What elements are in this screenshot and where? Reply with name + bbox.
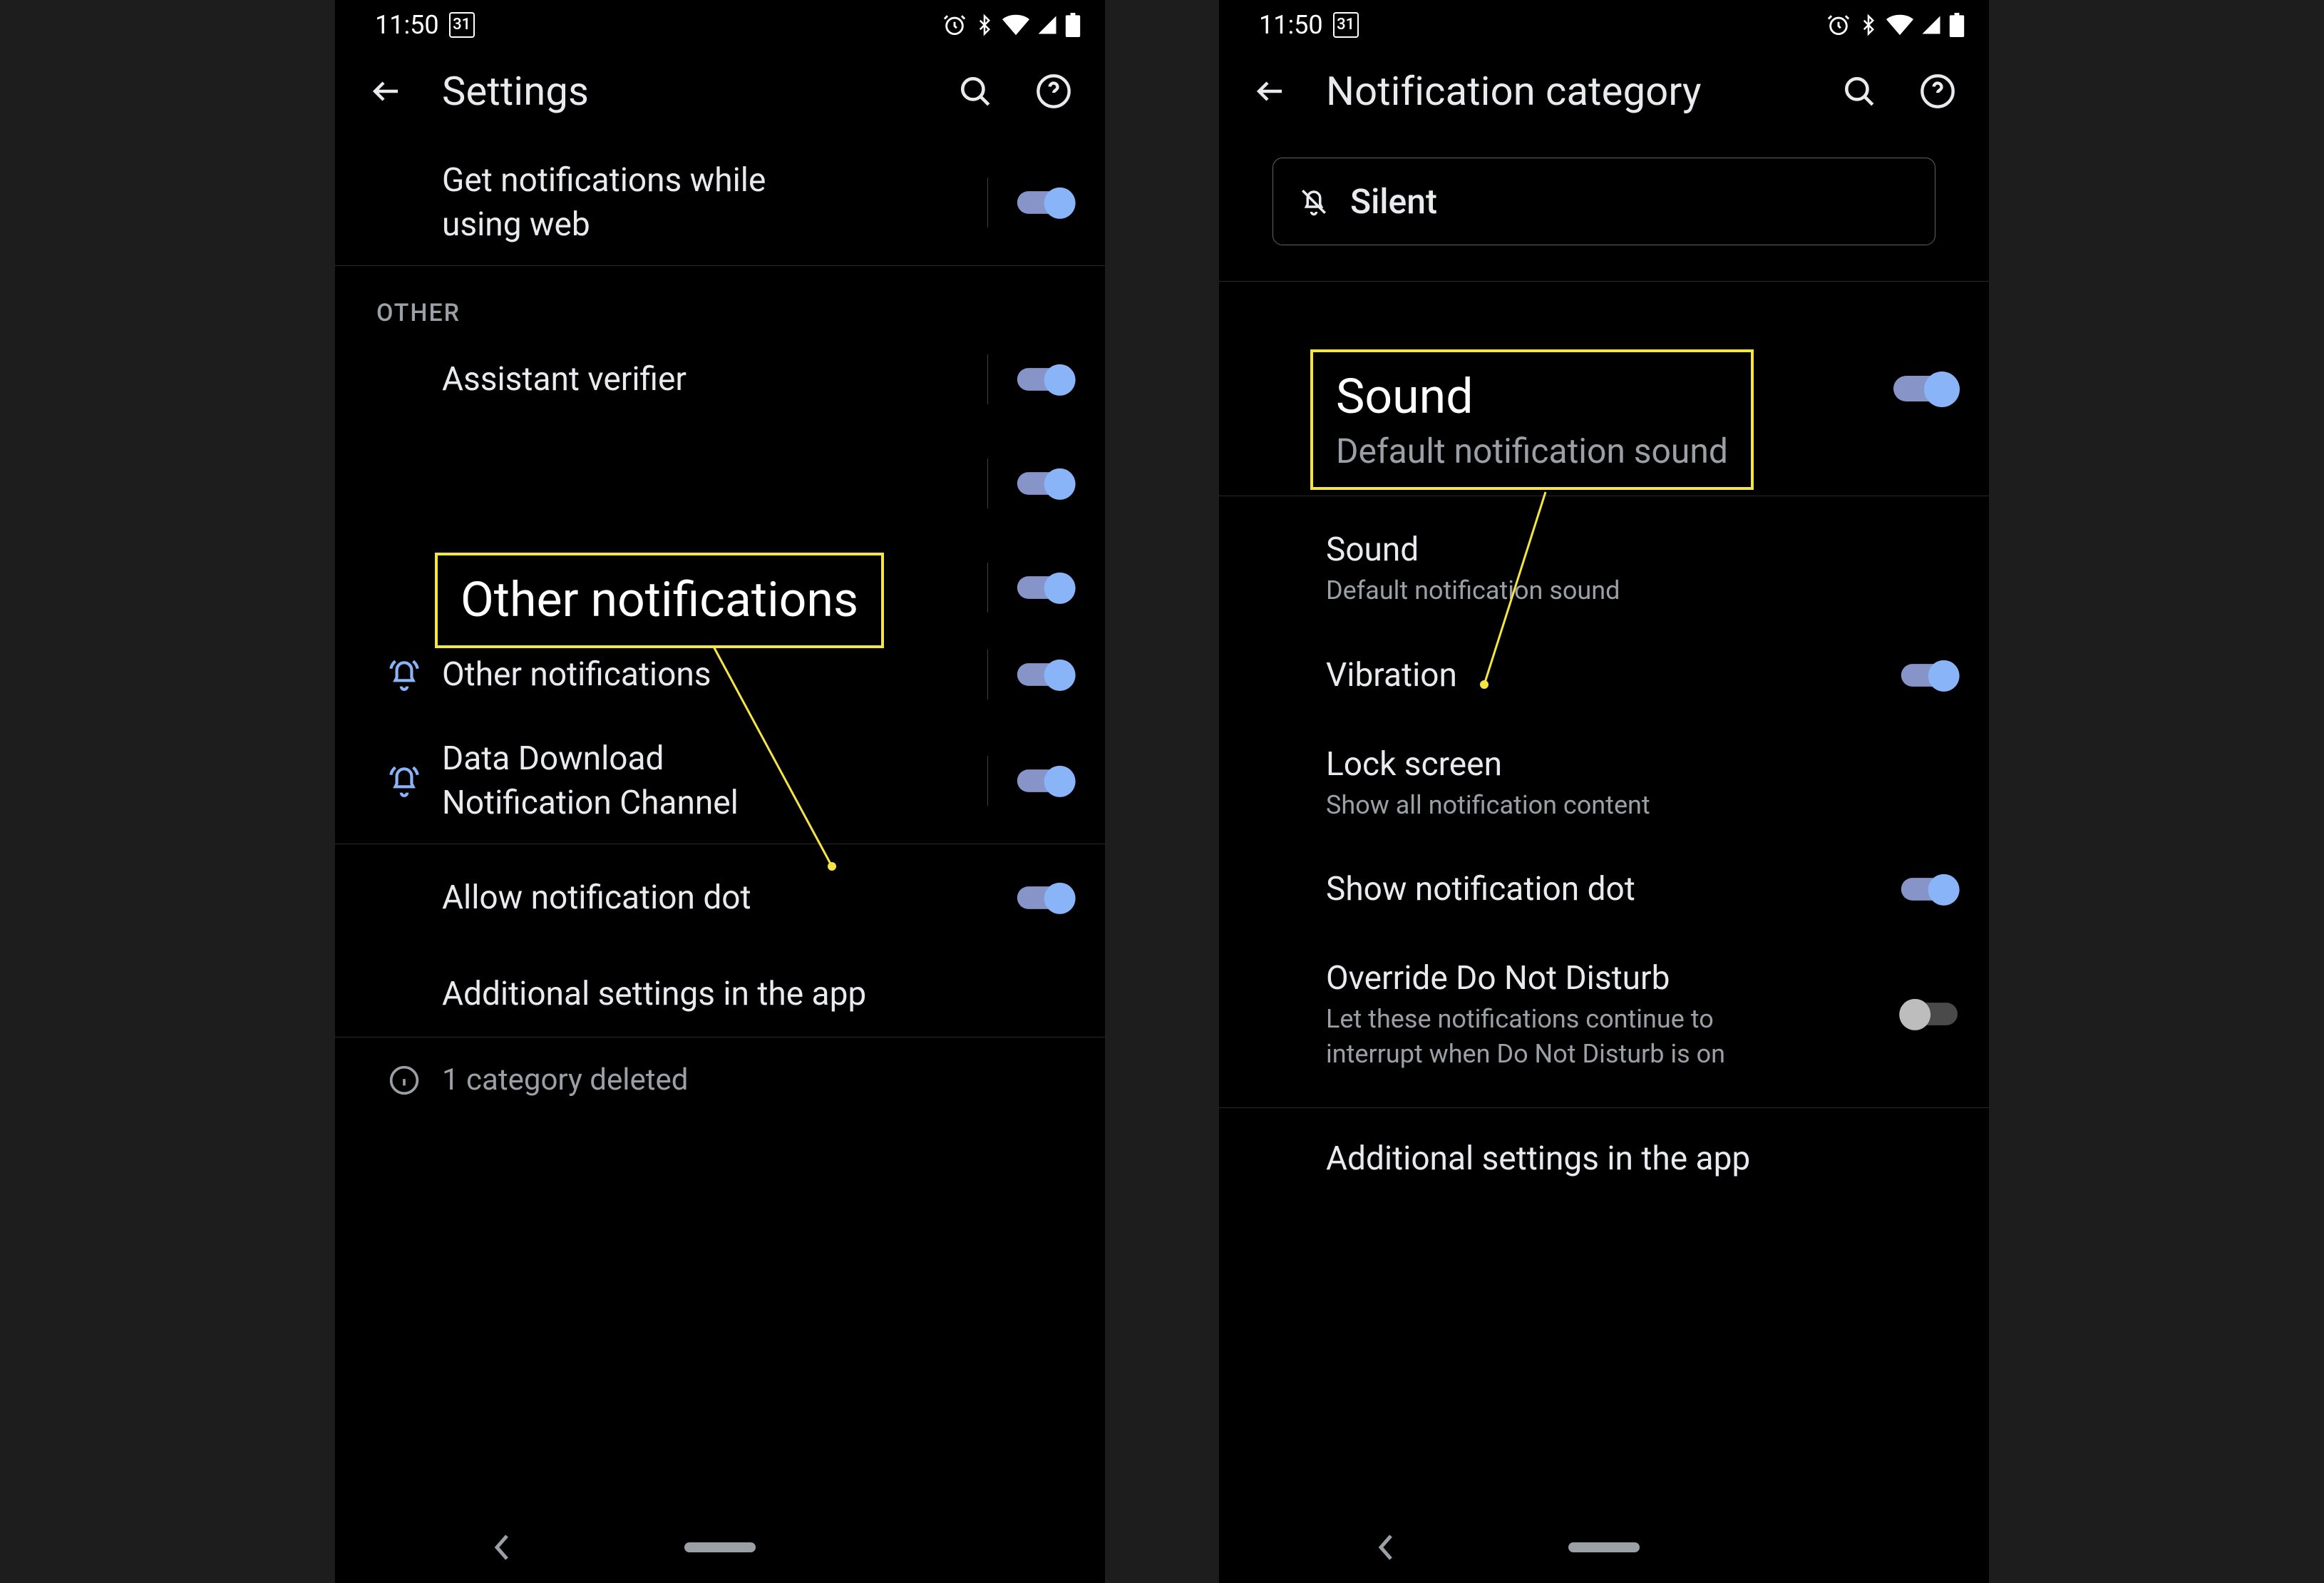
search-icon[interactable]: [954, 70, 997, 113]
wifi-icon: [1002, 14, 1029, 36]
row-allow-dot[interactable]: Allow notification dot: [335, 844, 1105, 951]
silent-label: Silent: [1350, 181, 1437, 222]
row-data-download[interactable]: Data Download Notification Channel: [335, 718, 1105, 844]
bluetooth-icon: [974, 13, 995, 37]
row-additional-settings[interactable]: Additional settings in the app: [1219, 1108, 1989, 1199]
calendar-icon: 31: [449, 12, 475, 38]
row-show-dot[interactable]: Show notification dot: [1219, 846, 1989, 932]
app-header: Settings: [335, 50, 1105, 140]
callout-other-notifications: Other notifications: [435, 553, 884, 648]
deleted-info-text: 1 category deleted: [442, 1060, 1059, 1101]
help-icon[interactable]: [1032, 70, 1075, 113]
phone-notification-category: 11:50 31 Notification category: [1219, 0, 1989, 1583]
toggle[interactable]: [1017, 887, 1074, 910]
section-other: OTHER: [335, 266, 1105, 336]
info-icon: [366, 1065, 442, 1096]
bell-ring-icon: [366, 657, 442, 692]
status-time: 11:50: [375, 10, 439, 40]
row-label: Lock screen: [1326, 742, 1943, 787]
toggle[interactable]: [1901, 1003, 1958, 1025]
row-deleted-info: 1 category deleted: [335, 1038, 1105, 1123]
battery-icon: [1065, 13, 1081, 37]
nav-back-icon[interactable]: [492, 1533, 513, 1562]
row-label: Assistant verifier: [442, 357, 973, 401]
row-sublabel: Let these notifications continue to inte…: [1326, 1002, 1811, 1071]
search-icon[interactable]: [1838, 70, 1881, 113]
toggle[interactable]: [1017, 663, 1074, 686]
row-additional-settings[interactable]: Additional settings in the app: [335, 951, 1105, 1037]
back-button[interactable]: [1249, 70, 1292, 113]
row-lock-screen[interactable]: Lock screen Show all notification conten…: [1219, 718, 1989, 847]
app-header: Notification category: [1219, 50, 1989, 140]
row-label: Data Download Notification Channel: [442, 737, 841, 825]
page-title: Notification category: [1326, 68, 1804, 115]
phone-settings: 11:50 31 Settings: [335, 0, 1105, 1583]
row-label: Allow notification dot: [442, 876, 995, 920]
toggle-web-notifications[interactable]: [1017, 191, 1074, 214]
nav-pill[interactable]: [1568, 1542, 1640, 1552]
row-sound[interactable]: Sound Default notification sound: [1219, 496, 1989, 632]
row-label: Additional settings in the app: [442, 972, 1059, 1016]
calendar-icon: 31: [1333, 12, 1359, 38]
row-sublabel: Show all notification content: [1326, 788, 1943, 823]
toggle[interactable]: [1893, 376, 1958, 401]
callout-sound: Sound Default notification sound: [1310, 349, 1754, 490]
bell-ring-icon: [366, 763, 442, 799]
row-label: Additional settings in the app: [1326, 1137, 1943, 1181]
status-bar: 11:50 31: [1219, 0, 1989, 50]
status-bar: 11:50 31: [335, 0, 1105, 50]
status-icons: [1826, 13, 1965, 37]
row-label: Sound: [1326, 528, 1943, 572]
alarm-icon: [1826, 13, 1851, 37]
signal-icon: [1037, 14, 1058, 36]
row-other-notifications-1[interactable]: [335, 423, 1105, 544]
bell-off-icon: [1299, 187, 1329, 217]
silent-button[interactable]: Silent: [1272, 158, 1935, 245]
row-label: Get notifications while using web: [442, 158, 841, 247]
row-label: Override Do Not Disturb: [1326, 956, 1879, 1000]
nav-back-icon[interactable]: [1376, 1533, 1397, 1562]
status-icons: [942, 13, 1081, 37]
help-icon[interactable]: [1916, 70, 1959, 113]
toggle[interactable]: [1017, 368, 1074, 391]
row-label: Vibration: [1326, 653, 1879, 697]
battery-icon: [1949, 13, 1965, 37]
nav-pill[interactable]: [684, 1542, 756, 1552]
toggle[interactable]: [1017, 472, 1074, 495]
page-title: Settings: [442, 68, 920, 115]
toggle[interactable]: [1017, 769, 1074, 792]
row-label: Show notification dot: [1326, 867, 1879, 911]
wifi-icon: [1886, 14, 1913, 36]
alarm-icon: [942, 13, 967, 37]
row-override-dnd[interactable]: Override Do Not Disturb Let these notifi…: [1219, 932, 1989, 1107]
bluetooth-icon: [1858, 13, 1879, 37]
row-vibration[interactable]: Vibration: [1219, 632, 1989, 718]
toggle[interactable]: [1901, 878, 1958, 901]
row-web-notifications[interactable]: Get notifications while using web: [335, 140, 1105, 265]
nav-bar: [335, 1512, 1105, 1583]
row-assistant-verifier[interactable]: Assistant verifier: [335, 336, 1105, 423]
nav-bar: [1219, 1512, 1989, 1583]
signal-icon: [1921, 14, 1942, 36]
status-time: 11:50: [1259, 10, 1323, 40]
row-sublabel: Default notification sound: [1326, 573, 1943, 608]
toggle[interactable]: [1017, 576, 1074, 599]
back-button[interactable]: [365, 70, 408, 113]
row-label: Other notifications: [442, 652, 973, 697]
toggle[interactable]: [1901, 664, 1958, 687]
